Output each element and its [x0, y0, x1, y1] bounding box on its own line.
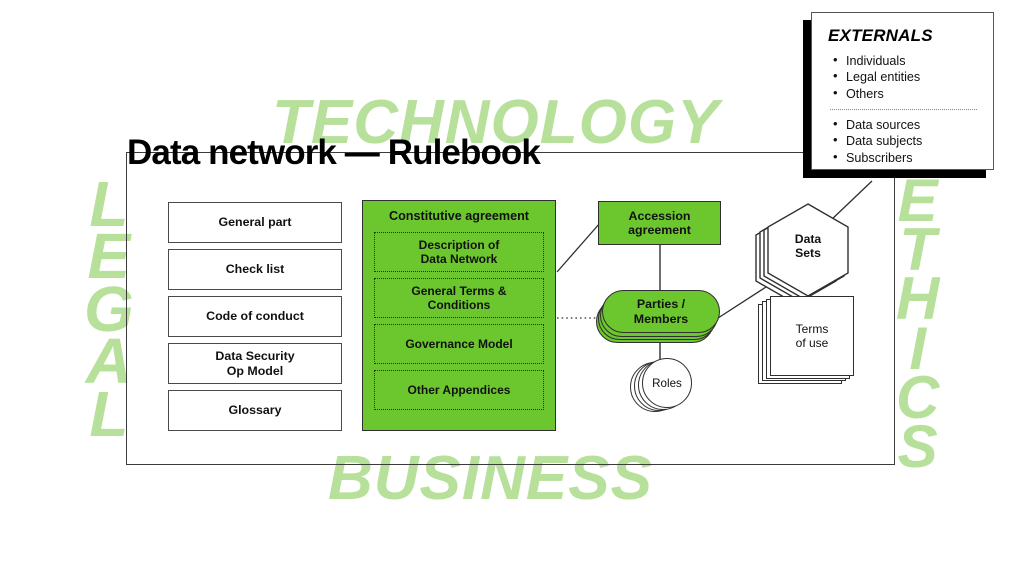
doc-box-label: Code of conduct: [206, 309, 304, 324]
doc-box-label: Glossary: [228, 403, 282, 418]
doc-box-glossary[interactable]: Glossary: [168, 390, 342, 431]
doc-box-data-security-op-model[interactable]: Data Security Op Model: [168, 343, 342, 384]
externals-title: EXTERNALS: [828, 26, 933, 45]
externals-card[interactable]: EXTERNALS Individuals Legal entities Oth…: [811, 12, 994, 170]
data-sets-node[interactable]: [766, 202, 850, 298]
externals-item: Legal entities: [833, 68, 979, 85]
page-title: Data network — Rulebook: [127, 133, 541, 172]
doc-box-label: General part: [218, 215, 292, 230]
appendix-governance-model[interactable]: Governance Model: [374, 324, 544, 364]
appendix-label: Other Appendices: [407, 382, 511, 397]
data-sets-stack[interactable]: Data Sets: [754, 202, 854, 306]
appendix-label: Description of Data Network: [419, 238, 500, 267]
appendix-other-appendices[interactable]: Other Appendices: [374, 370, 544, 410]
appendix-general-terms-and-conditions[interactable]: General Terms & Conditions: [374, 278, 544, 318]
appendix-label-line2: Data Network: [420, 252, 498, 266]
terms-label-line1: Terms: [795, 321, 829, 336]
constitutive-agreement-panel[interactable]: Constitutive agreement Description of Da…: [362, 200, 556, 431]
terms-of-use-label: Terms of use: [796, 322, 829, 351]
watermark-ethics: E T H I C S: [896, 170, 939, 480]
externals-divider: [830, 109, 977, 111]
externals-group-two: Data sources Data subjects Subscribers: [828, 116, 979, 166]
doc-box-label-line1: Data Security: [215, 348, 295, 363]
parties-members-node[interactable]: Parties / Members: [602, 290, 720, 333]
doc-box-label: Check list: [225, 262, 285, 277]
doc-box-label-line2: Op Model: [226, 363, 284, 378]
doc-box-general-part[interactable]: General part: [168, 202, 342, 243]
roles-node[interactable]: Roles: [642, 358, 692, 408]
roles-label: Roles: [652, 376, 682, 390]
parties-members-stack[interactable]: Parties / Members: [596, 290, 720, 346]
terms-of-use-node[interactable]: Terms of use: [770, 296, 854, 376]
appendix-label-line1: General Terms &: [411, 283, 507, 298]
parties-label-line2: Members: [633, 311, 689, 326]
terms-of-use-stack[interactable]: Terms of use: [758, 296, 858, 386]
watermark-legal-letter: L: [89, 377, 128, 450]
appendix-label-line2: Conditions: [427, 298, 491, 312]
watermark-ethics-letter: S: [897, 412, 938, 480]
accession-agreement-box[interactable]: Accession agreement: [598, 201, 721, 245]
externals-item: Individuals: [833, 52, 979, 69]
externals-item: Data subjects: [833, 132, 979, 149]
diagram-canvas: TECHNOLOGY BUSINESS L E G A L E T H I C …: [0, 0, 1024, 576]
externals-item: Subscribers: [833, 149, 979, 166]
externals-item: Others: [833, 85, 979, 102]
parties-members-label: Parties / Members: [634, 297, 688, 326]
accession-label-line2: agreement: [628, 223, 691, 237]
appendix-label: Governance Model: [405, 336, 513, 351]
parties-label-line1: Parties /: [636, 297, 686, 312]
externals-item: Data sources: [833, 116, 979, 133]
accession-agreement-label: Accession agreement: [628, 209, 691, 238]
roles-stack[interactable]: Roles: [630, 358, 700, 412]
doc-box-label: Data Security Op Model: [215, 349, 294, 378]
appendix-label-line1: Description of: [418, 237, 500, 252]
constitutive-agreement-title: Constitutive agreement: [389, 209, 529, 223]
appendix-description-of-data-network[interactable]: Description of Data Network: [374, 232, 544, 272]
accession-label-line1: Accession: [628, 208, 691, 223]
doc-box-code-of-conduct[interactable]: Code of conduct: [168, 296, 342, 337]
terms-label-line2: of use: [795, 336, 829, 350]
rulebook-document-list: General part Check list Code of conduct …: [168, 202, 342, 431]
doc-box-check-list[interactable]: Check list: [168, 249, 342, 290]
appendix-label: General Terms & Conditions: [411, 284, 506, 313]
externals-group-one: Individuals Legal entities Others: [828, 52, 979, 102]
